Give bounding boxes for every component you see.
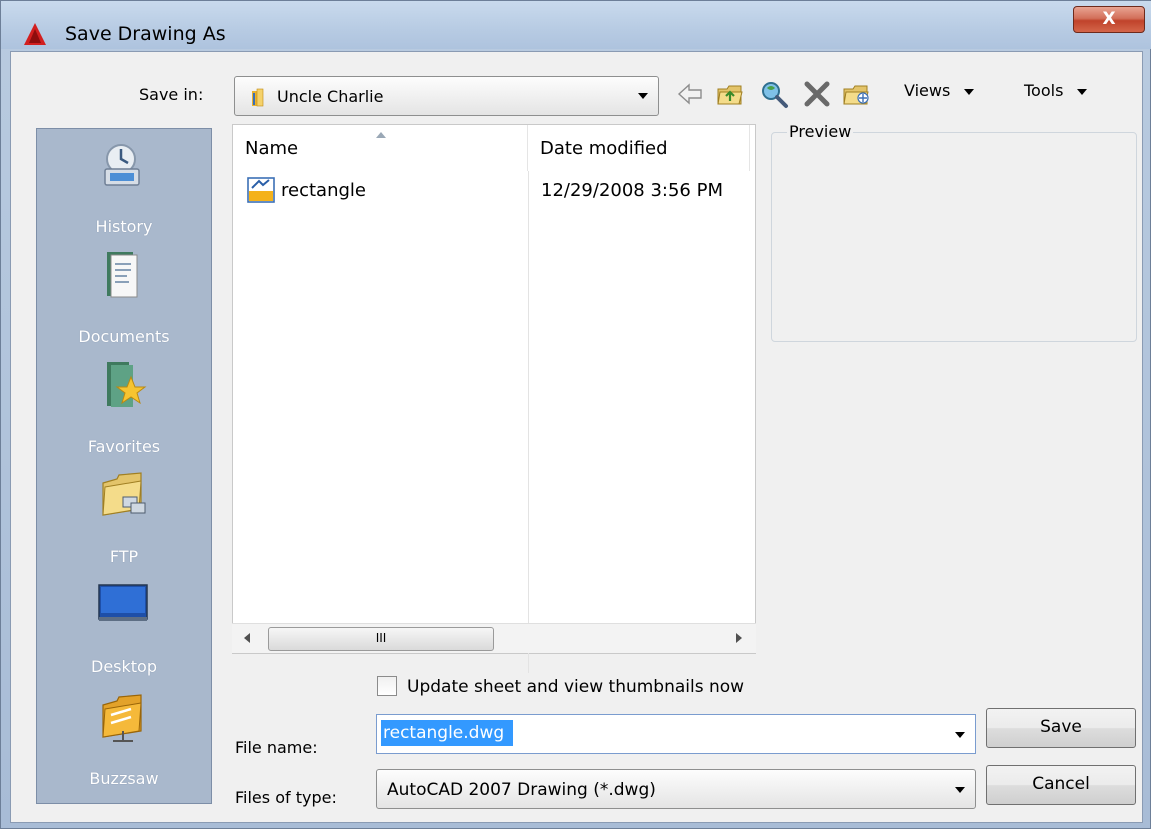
place-favorites[interactable]: Favorites <box>37 359 211 463</box>
preview-panel <box>771 132 1137 342</box>
scroll-left-icon[interactable] <box>244 633 250 643</box>
chevron-down-icon[interactable] <box>955 732 965 738</box>
scroll-right-icon[interactable] <box>736 633 742 643</box>
save-button[interactable]: Save <box>986 708 1136 748</box>
folder-icon <box>252 88 264 107</box>
save-in-value: Uncle Charlie <box>277 87 384 106</box>
create-folder-icon[interactable] <box>841 79 871 109</box>
horizontal-scrollbar[interactable]: III <box>232 623 756 653</box>
place-label: Buzzsaw <box>89 769 159 788</box>
close-button[interactable]: X <box>1073 6 1145 33</box>
history-icon <box>104 144 140 186</box>
chevron-down-icon <box>1077 88 1088 95</box>
window-title: Save Drawing As <box>65 23 226 45</box>
file-name-combobox[interactable] <box>376 714 976 754</box>
place-label: Documents <box>78 327 170 346</box>
favorites-icon <box>107 362 147 407</box>
file-type-label: Files of type: <box>235 788 337 807</box>
dialog-window: Save Drawing As X Save in: Uncle Charlie <box>0 0 1151 829</box>
title-bar[interactable]: Save Drawing As X <box>1 1 1151 49</box>
file-name-label: File name: <box>235 738 318 757</box>
sort-ascending-icon <box>376 132 386 138</box>
documents-icon <box>107 252 138 298</box>
file-name: rectangle <box>281 180 366 201</box>
file-type-dropdown[interactable]: AutoCAD 2007 Drawing (*.dwg) <box>376 769 976 809</box>
save-in-dropdown[interactable]: Uncle Charlie <box>234 76 659 116</box>
up-folder-icon[interactable] <box>715 79 745 109</box>
place-documents[interactable]: Documents <box>37 249 211 353</box>
autocad-app-icon <box>24 23 46 45</box>
preview-label: Preview <box>787 122 854 141</box>
file-list[interactable]: Name Date modified rectangle 12/29/2008 … <box>232 124 756 673</box>
views-label: Views <box>904 81 951 100</box>
tools-label: Tools <box>1024 81 1064 100</box>
tools-menu-button[interactable]: Tools <box>1024 81 1088 100</box>
file-row[interactable]: rectangle 12/29/2008 3:56 PM <box>241 177 741 207</box>
delete-icon[interactable] <box>802 79 832 109</box>
search-web-icon[interactable] <box>759 79 789 109</box>
dialog-client-area: Save in: Uncle Charlie Views Tools Histo… <box>10 51 1143 823</box>
update-thumbnails-checkbox[interactable] <box>377 676 397 696</box>
place-label: Favorites <box>87 437 161 456</box>
place-label: FTP <box>109 547 139 566</box>
file-name-input[interactable] <box>381 720 513 746</box>
chevron-down-icon <box>955 787 965 793</box>
column-divider <box>528 171 529 673</box>
place-label: History <box>95 217 153 236</box>
scrollbar-thumb[interactable]: III <box>268 627 494 651</box>
place-desktop[interactable]: Desktop <box>37 579 211 683</box>
place-history[interactable]: History <box>37 139 211 243</box>
cancel-button[interactable]: Cancel <box>986 765 1136 805</box>
place-ftp[interactable]: FTP <box>37 469 211 573</box>
back-icon[interactable] <box>675 79 705 109</box>
views-menu-button[interactable]: Views <box>904 81 975 100</box>
column-header-name[interactable]: Name <box>233 125 528 171</box>
places-bar: History Documents Favorites FTP Desktop … <box>36 128 212 804</box>
column-header-label: Date modified <box>540 138 668 159</box>
save-in-label: Save in: <box>139 85 204 104</box>
chevron-down-icon <box>964 88 975 95</box>
file-date: 12/29/2008 3:56 PM <box>541 180 723 201</box>
buzzsaw-icon <box>102 694 142 742</box>
file-type-value: AutoCAD 2007 Drawing (*.dwg) <box>387 780 656 800</box>
place-label: Desktop <box>91 657 157 676</box>
update-thumbnails-label[interactable]: Update sheet and view thumbnails now <box>407 677 744 697</box>
chevron-down-icon <box>638 93 648 99</box>
column-header-label: Name <box>245 138 299 159</box>
desktop-icon <box>98 584 148 621</box>
place-buzzsaw[interactable]: Buzzsaw <box>37 691 211 795</box>
column-header-date-modified[interactable]: Date modified <box>528 125 750 171</box>
ftp-icon <box>102 472 146 516</box>
dwg-file-icon <box>247 177 275 203</box>
